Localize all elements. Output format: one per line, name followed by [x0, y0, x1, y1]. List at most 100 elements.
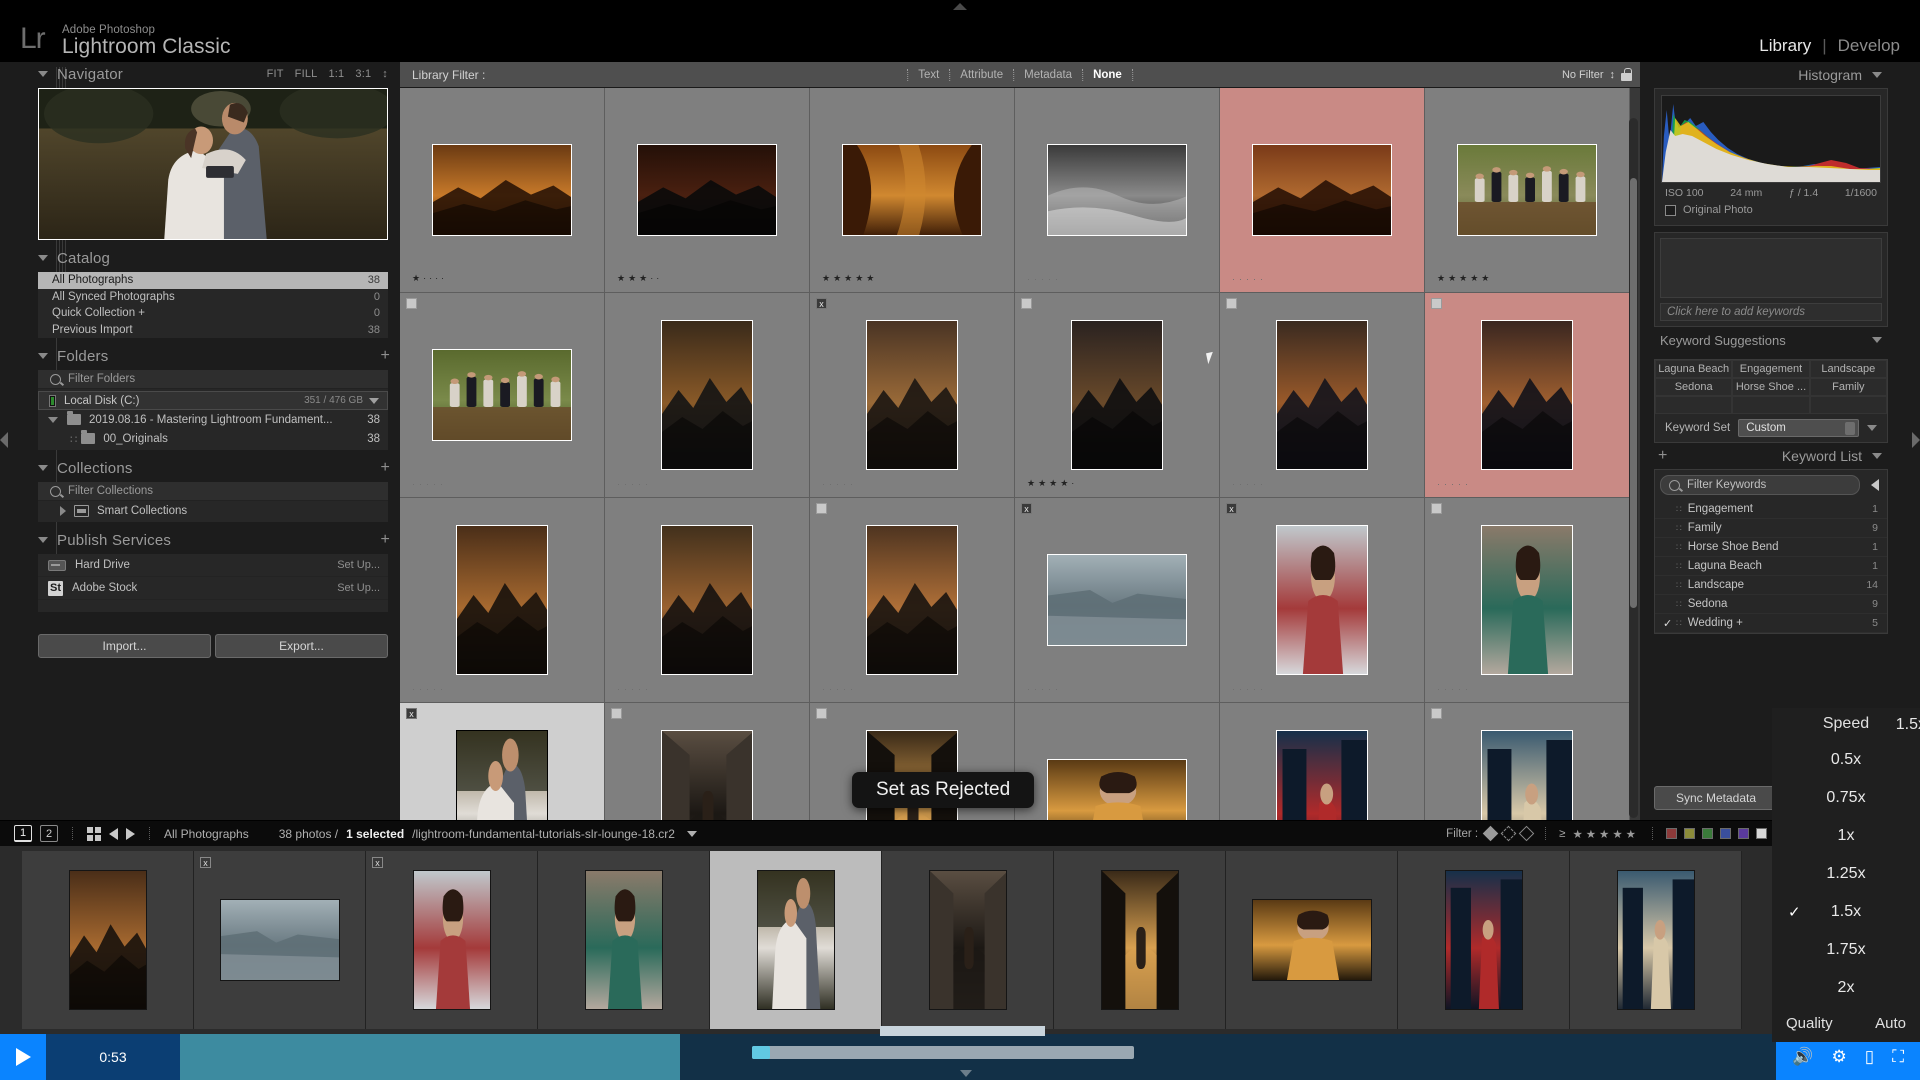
speed-option[interactable]: 0.5x — [1772, 741, 1920, 779]
filmstrip-cell[interactable] — [22, 851, 194, 1029]
photo-thumbnail[interactable] — [1047, 759, 1187, 820]
color-label-purple[interactable] — [1738, 828, 1749, 839]
chevron-down-icon[interactable] — [38, 255, 48, 261]
publish-services-header[interactable]: Publish Services + — [26, 528, 400, 552]
catalog-item[interactable]: All Synced Photographs0 — [38, 289, 388, 306]
show-right-panel-arrow[interactable] — [1912, 432, 1920, 448]
export-button[interactable]: Export... — [215, 634, 388, 658]
star-rating[interactable]: ★★★★· — [1027, 478, 1077, 489]
photo-thumbnail[interactable] — [1276, 320, 1368, 470]
flag-picked-icon[interactable] — [1226, 298, 1237, 309]
collection-filter-input[interactable]: Filter Collections — [38, 482, 388, 501]
keyword-row[interactable]: ∷Landscape14 — [1655, 576, 1887, 595]
show-left-panel-arrow[interactable] — [0, 432, 8, 448]
catalog-item[interactable]: Previous Import38 — [38, 322, 388, 339]
photo-thumbnail[interactable] — [1481, 320, 1573, 470]
filmstrip-cell[interactable] — [1054, 851, 1226, 1029]
folder-row[interactable]: 2019.08.16 - Mastering Lightroom Fundame… — [38, 410, 388, 429]
grid-thumbnail-cell[interactable]: x····· — [400, 703, 605, 820]
grid-thumbnail-cell[interactable]: ★★★★★ — [810, 88, 1015, 293]
filmstrip-thumbnail[interactable] — [69, 870, 147, 1010]
speed-option[interactable]: ✓1.5x — [1772, 893, 1920, 931]
speed-option[interactable]: 1.25x — [1772, 855, 1920, 893]
chevron-down-icon[interactable] — [38, 465, 48, 471]
grid-thumbnail-cell[interactable]: x ····· — [1015, 498, 1220, 703]
histogram-chart[interactable] — [1661, 95, 1881, 183]
chevron-down-icon[interactable] — [1872, 453, 1882, 459]
star-rating[interactable]: ····· — [1232, 684, 1267, 694]
star-rating[interactable]: ····· — [1027, 684, 1062, 694]
photo-thumbnail[interactable] — [637, 144, 777, 236]
add-publish-service-button[interactable]: + — [380, 532, 400, 548]
sync-metadata-button[interactable]: Sync Metadata — [1654, 786, 1778, 810]
grid-thumbnail-cell[interactable]: x····· — [810, 293, 1015, 498]
keyword-set-dropdown[interactable]: Custom — [1738, 419, 1859, 437]
star-rating[interactable]: ····· — [822, 684, 857, 694]
keyword-filter-input[interactable]: Filter Keywords — [1660, 475, 1860, 495]
flag-rejected-icon[interactable]: x — [1021, 503, 1032, 514]
star-rating[interactable]: ····· — [617, 684, 652, 694]
collapse-top-panel-caret[interactable] — [953, 3, 967, 10]
grid-thumbnail-cell[interactable]: ····· — [1015, 703, 1220, 820]
photo-thumbnail[interactable] — [1457, 144, 1597, 236]
keyword-row[interactable]: ∷Horse Shoe Bend1 — [1655, 538, 1887, 557]
star-rating[interactable]: ····· — [412, 479, 447, 489]
flag-picked-icon[interactable] — [1431, 298, 1442, 309]
thumbnail-grid[interactable]: ★···· ★★★·· ★★★★★ ····· ····· — [400, 88, 1640, 820]
chevron-down-icon[interactable] — [1872, 72, 1882, 78]
keyword-suggestion[interactable]: Family — [1810, 378, 1887, 396]
grid-thumbnail-cell[interactable]: ····· — [605, 293, 810, 498]
add-collection-button[interactable]: + — [380, 460, 400, 476]
star-rating[interactable]: ····· — [1232, 479, 1267, 489]
flag-rejected-icon[interactable] — [1519, 826, 1535, 842]
keyword-suggestion[interactable] — [1732, 396, 1809, 414]
grid-thumbnail-cell[interactable]: ★★★★· — [1015, 293, 1220, 498]
photo-thumbnail[interactable] — [1047, 144, 1187, 236]
color-label-red[interactable] — [1666, 828, 1677, 839]
video-playhead[interactable] — [752, 1046, 770, 1059]
flag-picked-icon[interactable] — [1431, 708, 1442, 719]
keyword-suggestion[interactable] — [1655, 396, 1732, 414]
filmstrip-cell[interactable] — [1570, 851, 1742, 1029]
star-rating[interactable]: ····· — [1027, 274, 1062, 284]
photo-thumbnail[interactable] — [1071, 320, 1163, 470]
chevron-down-icon[interactable] — [38, 537, 48, 543]
publish-service-hard-drive[interactable]: Hard Drive Set Up... — [38, 554, 388, 577]
grid-thumbnail-cell[interactable]: ★★★★★ — [1425, 88, 1630, 293]
rating-operator[interactable]: ≥ — [1559, 828, 1565, 840]
photo-thumbnail[interactable] — [432, 349, 572, 441]
publish-setup-link[interactable]: Set Up... — [337, 582, 380, 594]
folder-filter-input[interactable]: Filter Folders — [38, 370, 388, 389]
photo-thumbnail[interactable] — [661, 525, 753, 675]
catalog-item[interactable]: Quick Collection +0 — [38, 305, 388, 322]
fullscreen-icon[interactable]: ⛶ — [1892, 1047, 1904, 1067]
star-rating[interactable]: ★···· — [412, 273, 447, 284]
keyword-suggestion[interactable]: Laguna Beach — [1655, 360, 1732, 378]
expand-dots-icon[interactable]: ∷ — [1676, 523, 1681, 534]
import-button[interactable]: Import... — [38, 634, 211, 658]
photo-thumbnail[interactable] — [1047, 554, 1187, 646]
next-photo-icon[interactable] — [126, 828, 135, 840]
publish-setup-link[interactable]: Set Up... — [337, 559, 380, 571]
photo-thumbnail[interactable] — [1481, 525, 1573, 675]
flag-rejected-icon[interactable]: x — [406, 708, 417, 719]
zoom-fill-button[interactable]: FILL — [295, 68, 318, 80]
grid-thumbnail-cell[interactable]: ····· — [400, 498, 605, 703]
star-rating[interactable]: ····· — [822, 479, 857, 489]
flag-picked-icon[interactable] — [1483, 826, 1499, 842]
flag-rejected-icon[interactable]: x — [372, 857, 383, 868]
rating-stars-filter[interactable]: ★★★★★ — [1572, 827, 1639, 841]
keyword-row[interactable]: ∷Sedona9 — [1655, 595, 1887, 614]
quality-label[interactable]: Quality — [1786, 1015, 1833, 1032]
filter-tab-text[interactable]: Text — [908, 69, 949, 81]
keyword-suggestion[interactable]: Engagement — [1732, 360, 1809, 378]
star-rating[interactable]: ····· — [412, 684, 447, 694]
flag-rejected-icon[interactable]: x — [200, 857, 211, 868]
volume-icon[interactable]: 🔊 — [1792, 1047, 1813, 1067]
photo-thumbnail[interactable] — [661, 320, 753, 470]
filmstrip-thumbnail[interactable] — [1101, 870, 1179, 1010]
speed-option[interactable]: 1x — [1772, 817, 1920, 855]
keyword-suggestion[interactable] — [1810, 396, 1887, 414]
filmstrip-thumbnail[interactable] — [220, 899, 340, 981]
speed-option[interactable]: 2x — [1772, 969, 1920, 1007]
